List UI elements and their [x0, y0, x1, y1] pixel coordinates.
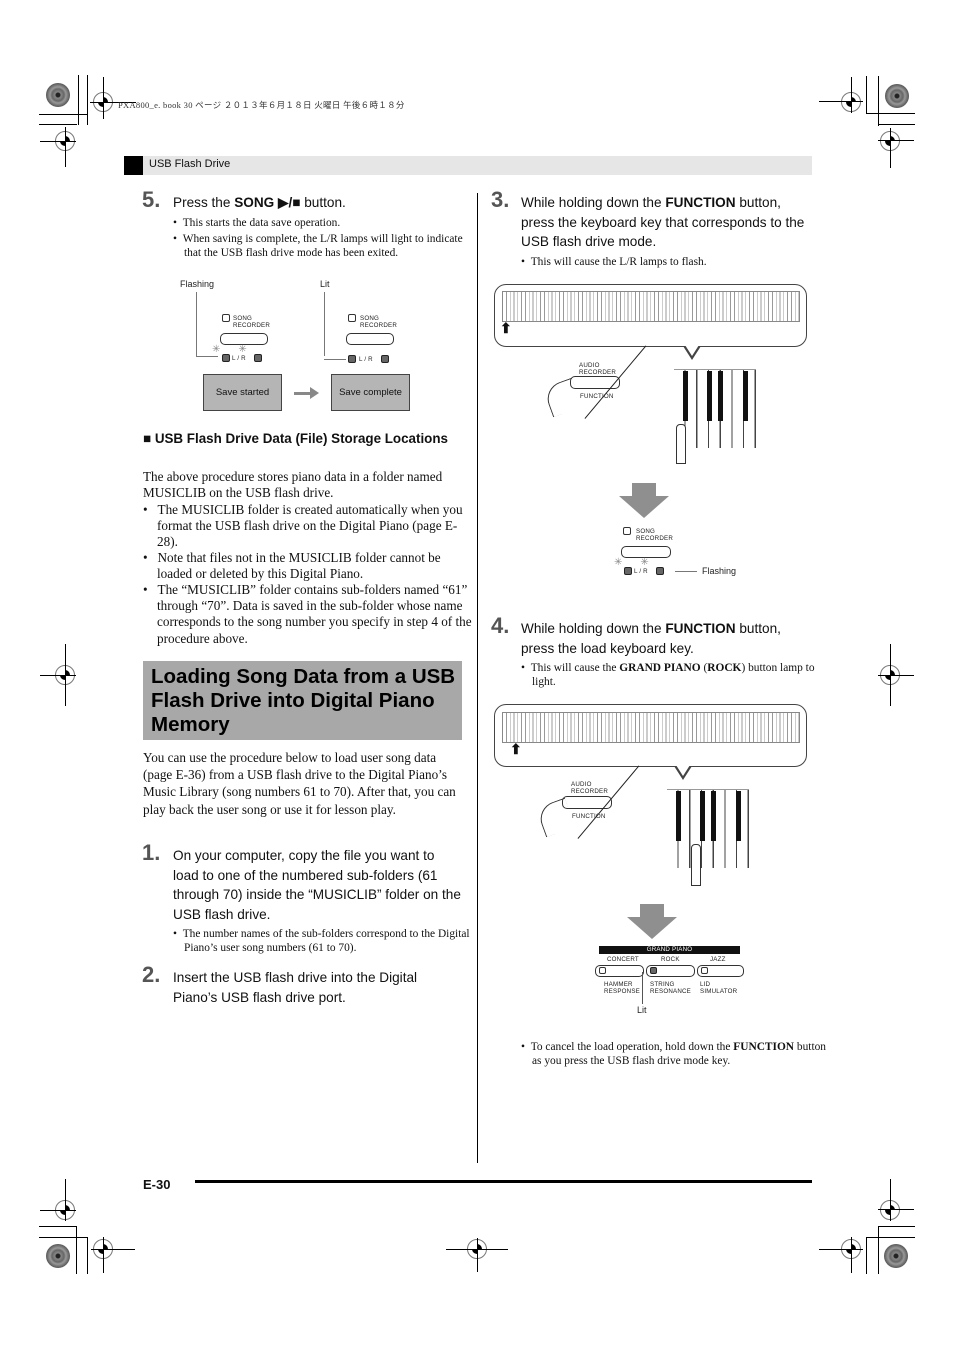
page-number: E-30: [143, 1177, 171, 1192]
l-lamp-flashing: [222, 354, 230, 362]
cancel-note: • To cancel the load operation, hold dow…: [521, 1041, 827, 1068]
tone-jazz-label: JAZZ: [710, 956, 726, 963]
r-lamp-flashing: [254, 354, 262, 362]
song-recorder-lamp: [623, 527, 631, 535]
bullet: • When saving is complete, the L/R lamps…: [173, 233, 463, 260]
song-recorder-button: [346, 333, 394, 345]
flashing-label: Flashing: [180, 279, 215, 289]
bullet: • Note that files not in the MUSICLIB fo…: [143, 550, 441, 582]
audio-recorder-label: AUDIO RECORDER: [571, 781, 609, 795]
finger-icon: [676, 424, 686, 464]
l-lamp-lit: [348, 355, 356, 363]
song-recorder-label: SONG RECORDER: [233, 315, 271, 329]
arrow-down-icon: [640, 904, 664, 917]
song-button-label: SONG ▶/■: [234, 195, 301, 210]
section-label: USB Flash Drive: [149, 158, 231, 170]
step-text: While holding down the FUNCTION button, …: [521, 621, 781, 656]
function-button-label: FUNCTION: [665, 621, 736, 636]
step-text: Insert the USB flash drive into the Digi…: [173, 970, 418, 1005]
job-info: PXA800_e. book 30 ページ ２０１３年６月１８日 火曜日 午後６…: [118, 100, 405, 110]
arrow-up-icon: ⬆: [500, 322, 512, 337]
lr-label: L / R: [232, 355, 246, 362]
registration-disc-icon: [46, 1244, 70, 1268]
song-recorder-label: SONG RECORDER: [636, 528, 674, 542]
step-number: 3.: [491, 187, 510, 212]
keyboard-strip: [502, 291, 800, 322]
hammer-response-label: HAMMER RESPONSE: [604, 981, 640, 995]
step-number: 1.: [142, 840, 161, 865]
l-lamp-flashing: [624, 567, 632, 575]
registration-disc-icon: [885, 84, 909, 108]
section-title: Loading Song Data from a USB Flash Drive…: [151, 665, 456, 736]
registration-disc-icon: [46, 83, 70, 107]
header-marker: [124, 156, 143, 175]
step-text: Press the SONG ▶/■ button.: [173, 195, 346, 210]
save-started-box: Save started: [203, 374, 282, 411]
tone-rock-label: ROCK: [661, 956, 680, 963]
arrow-up-icon: ⬆: [510, 743, 522, 758]
keyboard-strip: [502, 712, 800, 743]
song-recorder-lamp: [348, 314, 356, 322]
song-recorder-label: SONG RECORDER: [360, 315, 398, 329]
lr-label: L / R: [634, 568, 648, 575]
column-divider: [477, 193, 478, 1163]
save-complete-box: Save complete: [331, 374, 410, 411]
step-number: 2.: [142, 962, 161, 987]
step-text: While holding down the FUNCTION button, …: [521, 195, 805, 249]
bullet: • This starts the data save operation.: [173, 217, 341, 229]
bullet: • This will cause the GRAND PIANO (ROCK)…: [521, 662, 815, 689]
rock-lamp-lit: [650, 967, 657, 974]
r-lamp-lit: [381, 355, 389, 363]
lid-simulator-label: LID SIMULATOR: [700, 981, 738, 995]
bullet: • The “MUSICLIB” folder contains sub-fol…: [143, 582, 472, 646]
tone-concert-label: CONCERT: [607, 956, 639, 963]
footer-rule: [195, 1180, 812, 1183]
lit-label: Lit: [637, 1005, 647, 1015]
grand-piano-bar: GRAND PIANO: [599, 946, 740, 954]
lit-label: Lit: [320, 279, 330, 289]
r-lamp-flashing: [656, 567, 664, 575]
song-recorder-lamp: [222, 314, 230, 322]
function-label: FUNCTION: [572, 813, 606, 820]
storage-heading: ■ USB Flash Drive Data (File) Storage Lo…: [143, 431, 448, 446]
bullet: • The number names of the sub-folders co…: [173, 928, 470, 955]
flash-rays-icon: ✳✳: [614, 557, 667, 568]
bullet: • This will cause the L/R lamps to flash…: [521, 256, 707, 268]
arrow-down-icon: [632, 483, 656, 496]
step-text: On your computer, copy the file you want…: [173, 848, 461, 922]
function-button-label: FUNCTION: [665, 195, 736, 210]
function-label: FUNCTION: [580, 393, 614, 400]
flash-rays-icon: ✳✳: [212, 344, 265, 355]
function-button: [570, 376, 620, 389]
string-resonance-label: STRING RESONANCE: [650, 981, 691, 995]
registration-disc-icon: [884, 1244, 908, 1268]
flashing-label: Flashing: [702, 566, 737, 576]
bullet: • The MUSICLIB folder is created automat…: [143, 502, 463, 550]
step-number: 4.: [491, 613, 510, 638]
finger-icon: [691, 844, 701, 886]
audio-recorder-label: AUDIO RECORDER: [579, 362, 617, 376]
lr-label: L / R: [359, 356, 373, 363]
storage-intro: The above procedure stores piano data in…: [143, 469, 443, 501]
section-intro: You can use the procedure below to load …: [143, 750, 456, 817]
step-number: 5.: [142, 187, 161, 212]
